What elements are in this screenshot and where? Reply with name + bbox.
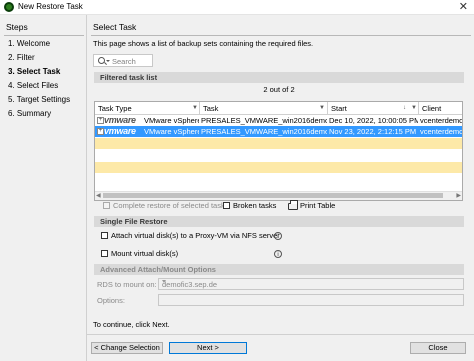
- expand-icon[interactable]: +: [97, 117, 104, 124]
- empty-row: [95, 174, 462, 185]
- chevron-down-icon[interactable]: [162, 280, 166, 283]
- scrollbar-thumb[interactable]: [103, 193, 443, 198]
- horizontal-scrollbar[interactable]: ◀ ▶: [95, 191, 462, 200]
- filtered-task-list-label: Filtered task list: [100, 73, 158, 82]
- info-icon[interactable]: i: [274, 250, 282, 258]
- close-button[interactable]: Close: [410, 342, 466, 354]
- broken-tasks-label: Broken tasks: [233, 201, 277, 210]
- advanced-options-header: Advanced Attach/Mount Options: [94, 264, 464, 275]
- column-header-task-type[interactable]: Task Type: [98, 104, 132, 113]
- chevron-down-icon[interactable]: [106, 60, 110, 62]
- search-input[interactable]: [112, 56, 150, 66]
- mount-disks-label: Mount virtual disk(s): [111, 249, 179, 258]
- filter-icon[interactable]: ▼: [319, 105, 325, 111]
- column-divider[interactable]: [327, 102, 328, 114]
- step-welcome: 1. Welcome: [8, 39, 51, 48]
- filter-icon[interactable]: ▼: [192, 105, 198, 111]
- cell-task: PRESALES_VMWARE_win2016demo3: [201, 127, 327, 136]
- continue-hint: To continue, click Next.: [93, 320, 170, 329]
- close-window-icon[interactable]: ✕: [459, 0, 468, 13]
- printer-icon[interactable]: [288, 200, 298, 210]
- sort-descending-icon[interactable]: ↓: [403, 105, 406, 111]
- single-file-restore-label: Single File Restore: [100, 217, 168, 226]
- cell-client: vcenterdemo: [420, 116, 462, 125]
- window-title: New Restore Task: [18, 2, 83, 11]
- step-select-task: 3. Select Task: [8, 67, 61, 76]
- column-divider[interactable]: [199, 102, 200, 114]
- table-header: Task Type ▼ Task ▼ Start ↓ ▼ Client: [95, 102, 462, 115]
- page-title: Select Task: [93, 22, 137, 32]
- single-file-restore-header: Single File Restore: [94, 216, 464, 227]
- step-summary: 6. Summary: [8, 109, 52, 118]
- empty-row: [95, 162, 462, 173]
- options-field[interactable]: [158, 294, 464, 306]
- cell-task: PRESALES_VMWARE_win2016demo3: [201, 116, 327, 125]
- column-header-start[interactable]: Start: [331, 104, 347, 113]
- search-icon: [98, 57, 105, 64]
- empty-row: [95, 138, 462, 149]
- expand-icon[interactable]: +: [97, 128, 104, 135]
- rds-label: RDS to mount on:: [97, 280, 157, 289]
- cell-task-type: VMware vSphere: [144, 116, 199, 125]
- task-table[interactable]: Task Type ▼ Task ▼ Start ↓ ▼ Client + vm…: [94, 101, 463, 201]
- filtered-task-list-header: Filtered task list: [94, 72, 464, 83]
- info-icon[interactable]: i: [274, 232, 282, 240]
- filter-icon[interactable]: ▼: [411, 105, 417, 111]
- cell-start: Dec 10, 2022, 10:00:05 PM: [329, 116, 418, 125]
- rds-value: demofic3.sep.de: [162, 280, 218, 289]
- step-filter: 2. Filter: [8, 53, 35, 62]
- title-divider: [91, 35, 471, 36]
- rds-select[interactable]: demofic3.sep.de: [158, 278, 464, 290]
- scroll-left-icon[interactable]: ◀: [96, 192, 101, 199]
- broken-tasks-checkbox[interactable]: [223, 202, 230, 209]
- steps-divider: [4, 35, 84, 36]
- complete-restore-label: Complete restore of selected task: [113, 201, 225, 210]
- print-table-button[interactable]: Print Table: [300, 201, 335, 210]
- page-description: This page shows a list of backup sets co…: [93, 39, 314, 48]
- column-header-task[interactable]: Task: [203, 104, 218, 113]
- main-panel: Select Task This page shows a list of ba…: [87, 15, 474, 361]
- options-label: Options:: [97, 296, 125, 305]
- change-selection-button[interactable]: < Change Selection: [91, 342, 163, 354]
- footer-divider: [87, 334, 474, 335]
- attach-nfs-checkbox[interactable]: [101, 232, 108, 239]
- cell-start: Nov 23, 2022, 2:12:15 PM: [329, 127, 417, 136]
- next-button[interactable]: Next >: [169, 342, 247, 354]
- step-select-files: 4. Select Files: [8, 81, 59, 90]
- table-row[interactable]: + vmware VMware vSphere PRESALES_VMWARE_…: [95, 115, 462, 126]
- title-bar: New Restore Task ✕: [0, 0, 474, 15]
- cell-task-type: VMware vSphere: [144, 127, 199, 136]
- column-header-client[interactable]: Client: [422, 104, 441, 113]
- app-logo-icon: [4, 2, 14, 12]
- advanced-options-label: Advanced Attach/Mount Options: [100, 265, 216, 274]
- attach-nfs-label: Attach virtual disk(s) to a Proxy-VM via…: [111, 231, 280, 240]
- steps-title: Steps: [6, 22, 28, 32]
- mount-disks-checkbox[interactable]: [101, 250, 108, 257]
- vmware-logo: vmware: [104, 115, 136, 125]
- cell-client: vcenterdemo: [420, 127, 462, 136]
- scroll-right-icon[interactable]: ▶: [456, 192, 461, 199]
- column-divider[interactable]: [418, 102, 419, 114]
- empty-row: [95, 150, 462, 161]
- step-target-settings: 5. Target Settings: [8, 95, 71, 104]
- table-row-selected[interactable]: + vmware VMware vSphere PRESALES_VMWARE_…: [95, 126, 462, 137]
- result-count: 2 out of 2: [263, 85, 295, 94]
- steps-panel: Steps 1. Welcome 2. Filter 3. Select Tas…: [0, 15, 87, 361]
- complete-restore-checkbox[interactable]: [103, 202, 110, 209]
- vmware-logo: vmware: [104, 126, 136, 136]
- search-box[interactable]: [93, 54, 153, 67]
